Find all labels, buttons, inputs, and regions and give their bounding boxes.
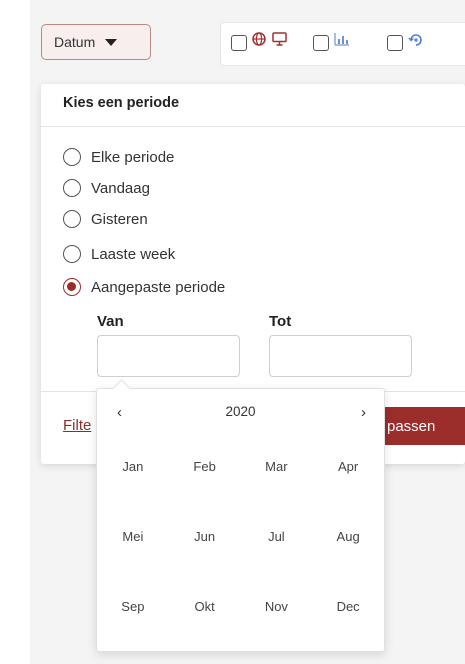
month-cell-jul[interactable]: Jul <box>241 501 313 571</box>
from-label: Van <box>97 313 124 330</box>
period-option-custom[interactable]: Aangepaste periode <box>63 275 225 299</box>
left-strip <box>0 0 30 664</box>
apply-button[interactable]: passen <box>371 407 465 445</box>
caret-down-icon <box>105 38 118 46</box>
period-option-label: Elke periode <box>91 148 175 166</box>
radio-button[interactable] <box>63 245 81 263</box>
period-option-any[interactable]: Elke periode <box>63 145 174 169</box>
radio-button[interactable] <box>63 210 81 228</box>
period-option-last-week[interactable]: Laaste week <box>63 242 175 266</box>
month-cell-mar[interactable]: Mar <box>241 431 313 501</box>
date-filter-button[interactable]: Datum <box>41 24 151 60</box>
type-checkbox-chart[interactable] <box>313 35 329 51</box>
month-grid: Jan Feb Mar Apr Mei Jun Jul Aug Sep Okt … <box>97 431 384 641</box>
to-date-input[interactable] <box>269 335 412 377</box>
to-label: Tot <box>269 313 292 330</box>
month-picker: ‹ 2020 › Jan Feb Mar Apr Mei Jun Jul Aug… <box>96 379 385 652</box>
period-option-label: Gisteren <box>91 210 148 228</box>
month-cell-jan[interactable]: Jan <box>97 431 169 501</box>
filter-reset-link[interactable]: Filte <box>63 417 91 434</box>
monitor-icon <box>272 32 287 52</box>
month-cell-mei[interactable]: Mei <box>97 501 169 571</box>
history-icon <box>408 32 424 54</box>
radio-button[interactable] <box>63 179 81 197</box>
type-checkbox-history[interactable] <box>387 35 403 51</box>
type-filter-group <box>220 22 465 66</box>
period-option-label: Vandaag <box>91 179 150 197</box>
month-cell-okt[interactable]: Okt <box>169 571 241 641</box>
globe-icon <box>252 32 266 52</box>
month-cell-nov[interactable]: Nov <box>241 571 313 641</box>
period-option-label: Aangepaste periode <box>91 278 226 296</box>
period-option-today[interactable]: Vandaag <box>63 176 150 200</box>
month-cell-sep[interactable]: Sep <box>97 571 169 641</box>
next-year-icon[interactable]: › <box>361 404 366 421</box>
panel-title: Kies een periode <box>63 95 180 111</box>
month-cell-apr[interactable]: Apr <box>312 431 384 501</box>
period-option-label: Laaste week <box>91 245 176 263</box>
apply-button-label: passen <box>387 417 436 435</box>
period-option-yesterday[interactable]: Gisteren <box>63 207 148 231</box>
month-cell-feb[interactable]: Feb <box>169 431 241 501</box>
month-cell-jun[interactable]: Jun <box>169 501 241 571</box>
panel-header: Kies een periode <box>41 84 465 127</box>
from-date-input[interactable] <box>97 335 240 377</box>
radio-button[interactable] <box>63 148 81 166</box>
type-checkbox-web[interactable] <box>231 35 247 51</box>
date-filter-label: Datum <box>54 34 96 50</box>
chart-icon <box>334 32 350 52</box>
filter-bar: Datum <box>38 18 465 70</box>
month-cell-dec[interactable]: Dec <box>312 571 384 641</box>
radio-button-selected[interactable] <box>63 278 81 296</box>
calendar-year: 2020 <box>225 404 256 419</box>
month-cell-aug[interactable]: Aug <box>312 501 384 571</box>
